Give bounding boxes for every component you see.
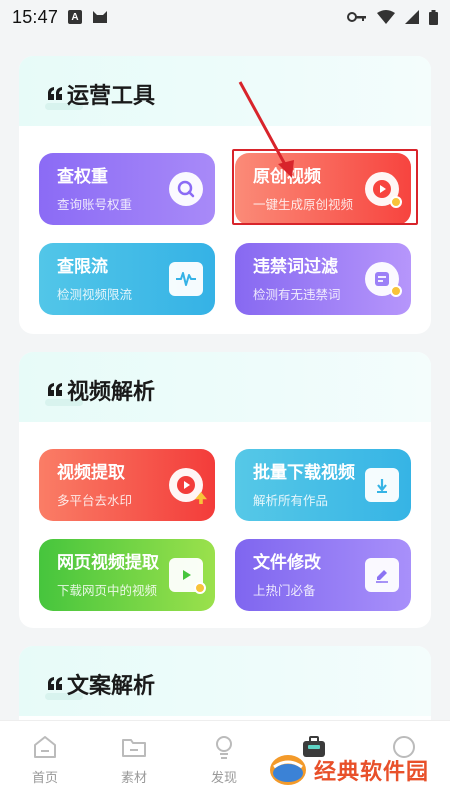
nav-label: 首页 [31, 770, 58, 785]
cat-notification-icon [93, 11, 108, 23]
card-video-extract[interactable]: 视频提取 多平台去水印 [39, 449, 215, 521]
battery-icon [429, 9, 438, 25]
watermark-logo-icon [270, 755, 306, 785]
home-icon [34, 736, 56, 758]
app-notification-icon: A [68, 10, 83, 24]
nav-home[interactable]: 首页 [15, 733, 75, 786]
badge-dot [194, 582, 206, 594]
nav-material[interactable]: 素材 [104, 733, 164, 786]
status-time: 15:47 [12, 6, 59, 27]
highlight-box [232, 149, 418, 225]
card-batch-download[interactable]: 批量下载视频 解析所有作品 [235, 449, 411, 521]
document-filter-icon [365, 262, 402, 297]
lightbulb-icon [216, 736, 232, 759]
card-check-throttle[interactable]: 查限流 检测视频限流 [39, 243, 215, 315]
section-title: 文案解析 [67, 673, 156, 698]
section-title: 运营工具 [67, 83, 156, 108]
folder-icon [122, 739, 146, 757]
section-header: 文案解析 [19, 646, 431, 716]
vpn-key-icon [347, 12, 366, 22]
section-copy-parse: 文案解析 [19, 646, 431, 720]
card-banned-words[interactable]: 违禁词过滤 检测有无违禁词 [235, 243, 411, 315]
nav-discover[interactable]: 发现 [194, 733, 254, 786]
download-icon [365, 468, 399, 502]
section-title: 视频解析 [67, 379, 156, 404]
main-content: 运营工具 查权重 查询账号权重 原创视频 一键生成原创视频 查限流 检测视频限流 [0, 34, 450, 720]
play-upload-icon [169, 468, 207, 504]
wifi-icon [377, 10, 395, 24]
watermark-text: 经典软件园 [314, 759, 430, 784]
nav-label: 素材 [120, 770, 147, 785]
status-bar: 15:47 A [0, 0, 450, 34]
section-video-parse: 视频解析 视频提取 多平台去水印 批量下载视频 解析所有作品 网页视频提取 下载… [19, 352, 431, 628]
edit-file-icon [365, 558, 399, 592]
watermark: 经典软件园 [268, 752, 429, 788]
section-header: 视频解析 [19, 352, 431, 422]
card-web-video-extract[interactable]: 网页视频提取 下载网页中的视频 [39, 539, 215, 611]
card-check-weight[interactable]: 查权重 查询账号权重 [39, 153, 215, 225]
signal-icon [405, 10, 419, 24]
card-file-modify[interactable]: 文件修改 上热门必备 [235, 539, 411, 611]
badge-dot [390, 285, 402, 297]
search-icon [169, 172, 203, 206]
section-header: 运营工具 [19, 56, 431, 126]
waveform-icon [169, 262, 203, 296]
quote-mark-icon [48, 87, 62, 100]
video-file-icon [169, 558, 206, 594]
quote-mark-icon [48, 383, 62, 396]
nav-label: 发现 [210, 770, 237, 785]
quote-mark-icon [48, 677, 62, 690]
